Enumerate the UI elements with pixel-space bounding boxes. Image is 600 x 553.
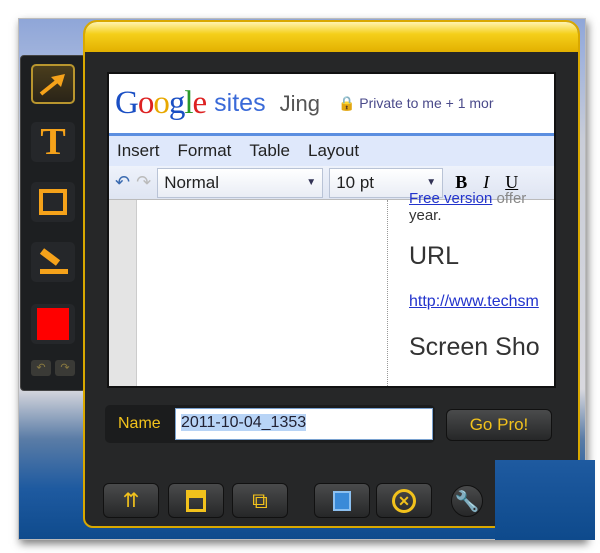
save-button[interactable] bbox=[168, 483, 224, 518]
highlighter-tool-button[interactable] bbox=[31, 242, 75, 282]
rectangle-icon bbox=[39, 189, 67, 215]
redo-button[interactable]: ↷ bbox=[55, 360, 75, 376]
body-text: year. bbox=[409, 207, 442, 224]
color-swatch bbox=[37, 308, 69, 340]
style-select[interactable]: Normal ▼ bbox=[157, 167, 324, 198]
wrench-icon: 🔧 bbox=[454, 490, 480, 513]
name-input-value: 2011-10-04_1353 bbox=[181, 414, 307, 431]
cancel-button[interactable]: ✕ bbox=[376, 483, 432, 518]
url-link[interactable]: http://www.techsm bbox=[409, 293, 539, 310]
site-name: Jing bbox=[279, 90, 320, 116]
highlighter-icon bbox=[39, 248, 68, 274]
url-heading: URL bbox=[409, 242, 460, 270]
undo-button[interactable]: ↶ bbox=[31, 360, 51, 376]
google-logo: Google bbox=[115, 85, 207, 121]
close-circle-icon: ✕ bbox=[392, 488, 416, 513]
text-tool-button[interactable]: T bbox=[31, 121, 75, 163]
arrow-icon bbox=[39, 74, 65, 96]
menu-bar: Insert Format Table Layout bbox=[109, 136, 554, 166]
undo-icon[interactable]: ↶ bbox=[115, 172, 130, 193]
text-icon: T bbox=[40, 121, 66, 163]
menu-layout[interactable]: Layout bbox=[308, 141, 359, 161]
menu-insert[interactable]: Insert bbox=[117, 141, 160, 161]
redo-icon[interactable]: ↷ bbox=[136, 172, 151, 193]
floppy-disk-icon bbox=[186, 489, 206, 512]
copy-button[interactable]: ⧉ bbox=[232, 483, 288, 518]
go-pro-button[interactable]: Go Pro! bbox=[446, 409, 552, 441]
style-value: Normal bbox=[164, 172, 219, 192]
body-text: offer bbox=[496, 190, 527, 207]
size-value: 10 pt bbox=[336, 172, 374, 192]
share-button[interactable]: ⇈ bbox=[103, 483, 159, 518]
title-bar[interactable] bbox=[85, 22, 578, 52]
captured-image: Google sites Jing 🔒 Private to me + 1 mo… bbox=[107, 72, 556, 388]
rectangle-tool-button[interactable] bbox=[31, 182, 75, 222]
name-input[interactable]: 2011-10-04_1353 bbox=[175, 408, 433, 440]
content-text: Free version offer year. URL http://www.… bbox=[409, 190, 554, 362]
settings-button[interactable]: 🔧 bbox=[451, 485, 483, 517]
page-content: Free version offer year. URL http://www.… bbox=[109, 190, 554, 386]
sites-label: sites bbox=[214, 89, 266, 117]
menu-table[interactable]: Table bbox=[249, 141, 290, 161]
privacy-status: 🔒 Private to me + 1 mor bbox=[338, 95, 494, 112]
copy-icon: ⧉ bbox=[252, 487, 268, 513]
desktop-background bbox=[495, 460, 595, 540]
share-icon: ⇈ bbox=[122, 490, 140, 512]
name-row: Name 2011-10-04_1353 bbox=[105, 405, 435, 443]
capture-again-button[interactable] bbox=[314, 483, 370, 518]
arrow-tool-button[interactable] bbox=[31, 64, 75, 104]
menu-format[interactable]: Format bbox=[178, 141, 232, 161]
privacy-text: Private to me + 1 mor bbox=[359, 95, 494, 111]
color-button[interactable] bbox=[31, 304, 75, 344]
free-version-link[interactable]: Free version bbox=[409, 190, 492, 207]
chevron-down-icon: ▼ bbox=[426, 177, 437, 188]
capture-icon bbox=[333, 490, 351, 511]
google-sites-header: Google sites Jing 🔒 Private to me + 1 mo… bbox=[109, 74, 554, 136]
column-divider bbox=[387, 200, 388, 386]
screenshot-heading: Screen Sho bbox=[409, 333, 540, 361]
chevron-down-icon: ▼ bbox=[306, 177, 317, 188]
left-gutter bbox=[109, 200, 137, 386]
name-label: Name bbox=[118, 415, 161, 432]
tool-palette: T ↶ ↷ bbox=[20, 55, 86, 391]
lock-icon: 🔒 bbox=[337, 95, 356, 111]
